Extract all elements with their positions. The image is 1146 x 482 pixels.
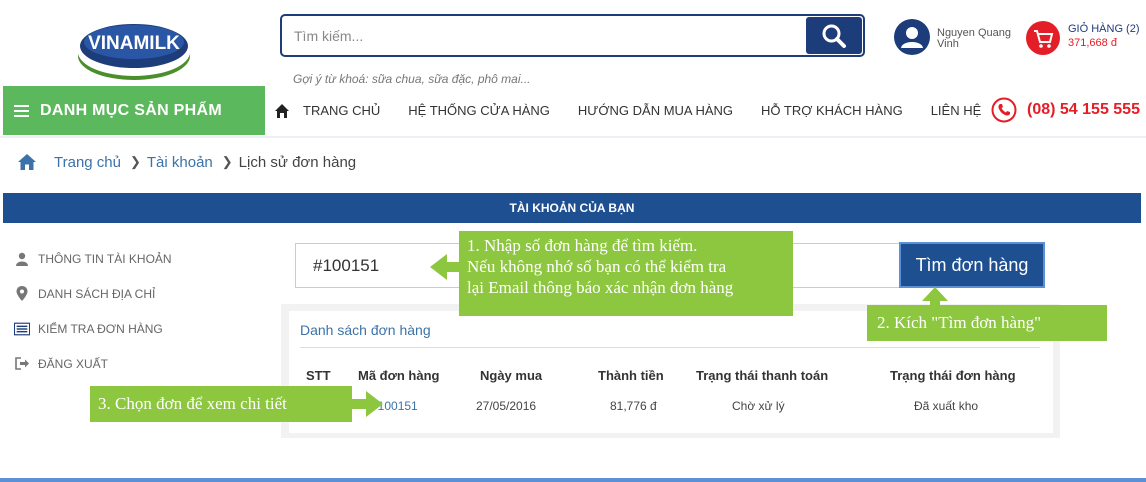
nav-divider — [0, 136, 1146, 138]
chevron-right-icon: ❯ — [129, 154, 141, 169]
column-header-stt: STT — [306, 368, 331, 383]
nav-item-support[interactable]: HỖ TRỢ KHÁCH HÀNG — [761, 103, 903, 118]
callout-step-3: 3. Chọn đơn để xem chi tiết — [90, 386, 352, 422]
nav-item-guide[interactable]: HƯỚNG DẪN MUA HÀNG — [578, 103, 733, 118]
column-header-order-status: Trạng thái đơn hàng — [890, 368, 1016, 383]
search-bar — [280, 14, 865, 57]
callout-line: Nếu không nhớ số bạn có thể kiểm tra — [467, 257, 727, 276]
column-header-order-code: Mã đơn hàng — [358, 368, 440, 383]
search-hint: Gợi ý từ khoá: sữa chua, sữa đặc, phô ma… — [293, 72, 531, 86]
user-icon — [894, 19, 930, 55]
breadcrumb-current: Lịch sử đơn hàng — [238, 153, 357, 171]
sidebar-item-logout[interactable]: ĐĂNG XUẤT — [14, 346, 172, 381]
order-status: Đã xuất kho — [914, 399, 979, 413]
callout-line: lại Email thông báo xác nhận đơn hàng — [467, 278, 734, 297]
vinamilk-logo[interactable]: VINAMILK — [76, 18, 192, 82]
footer-divider — [0, 478, 1146, 482]
cart-label: GIỎ HÀNG (2) — [1068, 23, 1140, 35]
order-date: 27/05/2016 — [476, 399, 537, 413]
arrow-right-icon — [366, 391, 383, 417]
callout-step-1: 1. Nhập số đơn hàng để tìm kiếm. Nếu khô… — [459, 231, 793, 316]
home-icon[interactable] — [17, 153, 37, 171]
map-marker-icon — [14, 286, 30, 302]
breadcrumb-account[interactable]: Tài khoản — [147, 154, 213, 171]
svg-text:VINAMILK: VINAMILK — [88, 33, 180, 54]
user-account[interactable]: Nguyen Quang Vinh — [894, 19, 1024, 55]
arrow-stem — [352, 399, 366, 409]
sidebar-item-account-info[interactable]: THÔNG TIN TÀI KHOẢN — [14, 241, 172, 276]
category-label: DANH MỤC SẢN PHẨM — [40, 102, 222, 119]
order-list-divider — [300, 347, 1040, 348]
sidebar-item-label: THÔNG TIN TÀI KHOẢN — [38, 251, 172, 266]
account-panel-header: TÀI KHOẢN CỦA BẠN — [3, 193, 1141, 223]
column-header-amount: Thành tiền — [598, 368, 664, 383]
home-icon[interactable] — [274, 103, 290, 119]
cart-icon — [1026, 21, 1060, 55]
column-header-payment-status: Trạng thái thanh toán — [696, 368, 829, 383]
order-list-title: Danh sách đơn hàng — [300, 322, 431, 338]
nav-item-home[interactable]: TRANG CHỦ — [303, 103, 380, 118]
sidebar-item-label: ĐĂNG XUẤT — [38, 356, 109, 371]
menu-icon — [14, 105, 29, 117]
arrow-left-icon — [430, 254, 447, 280]
sidebar-item-label: DANH SÁCH ĐỊA CHỈ — [38, 286, 156, 301]
sidebar-item-label: KIỂM TRA ĐƠN HÀNG — [38, 321, 163, 336]
cart-total: 371,668 đ — [1068, 37, 1117, 49]
search-input[interactable] — [294, 24, 794, 48]
chevron-right-icon: ❯ — [221, 154, 233, 169]
arrow-stem — [446, 262, 460, 272]
find-order-button[interactable]: Tìm đơn hàng — [899, 242, 1045, 288]
nav-item-stores[interactable]: HỆ THỐNG CỬA HÀNG — [408, 103, 550, 118]
arrow-stem — [930, 299, 940, 306]
order-amount: 81,776 đ — [610, 399, 657, 413]
phone-icon — [991, 97, 1017, 123]
breadcrumb-home[interactable]: Trang chủ — [54, 154, 121, 171]
sidebar-item-addresses[interactable]: DANH SÁCH ĐỊA CHỈ — [14, 276, 172, 311]
order-payment-status: Chờ xử lý — [732, 399, 785, 413]
sidebar-item-check-orders[interactable]: KIỂM TRA ĐƠN HÀNG — [14, 311, 172, 346]
nav-item-contact[interactable]: LIÊN HỆ — [931, 103, 982, 118]
search-button[interactable] — [806, 17, 862, 54]
category-menu-button[interactable]: DANH MỤC SẢN PHẨM — [3, 86, 265, 135]
breadcrumb: Trang chủ ❯ Tài khoản ❯ Lịch sử đơn hàng — [17, 153, 356, 171]
main-nav: TRANG CHỦ HỆ THỐNG CỬA HÀNG HƯỚNG DẪN MU… — [274, 86, 1009, 135]
user-icon — [14, 251, 30, 267]
account-sidebar: THÔNG TIN TÀI KHOẢN DANH SÁCH ĐỊA CHỈ KI… — [14, 241, 172, 381]
list-icon — [14, 321, 30, 337]
callout-step-2: 2. Kích "Tìm đơn hàng" — [867, 305, 1107, 341]
sign-out-icon — [14, 356, 30, 372]
hotline[interactable]: (08) 54 155 555 — [991, 97, 1146, 125]
hotline-number: (08) 54 155 555 — [1027, 101, 1140, 118]
search-icon — [822, 24, 846, 48]
callout-line: 1. Nhập số đơn hàng để tìm kiếm. — [467, 236, 698, 255]
cart[interactable]: GIỎ HÀNG (2) 371,668 đ — [1026, 19, 1144, 57]
user-name: Nguyen Quang Vinh — [937, 27, 1011, 50]
column-header-date: Ngày mua — [480, 368, 543, 383]
